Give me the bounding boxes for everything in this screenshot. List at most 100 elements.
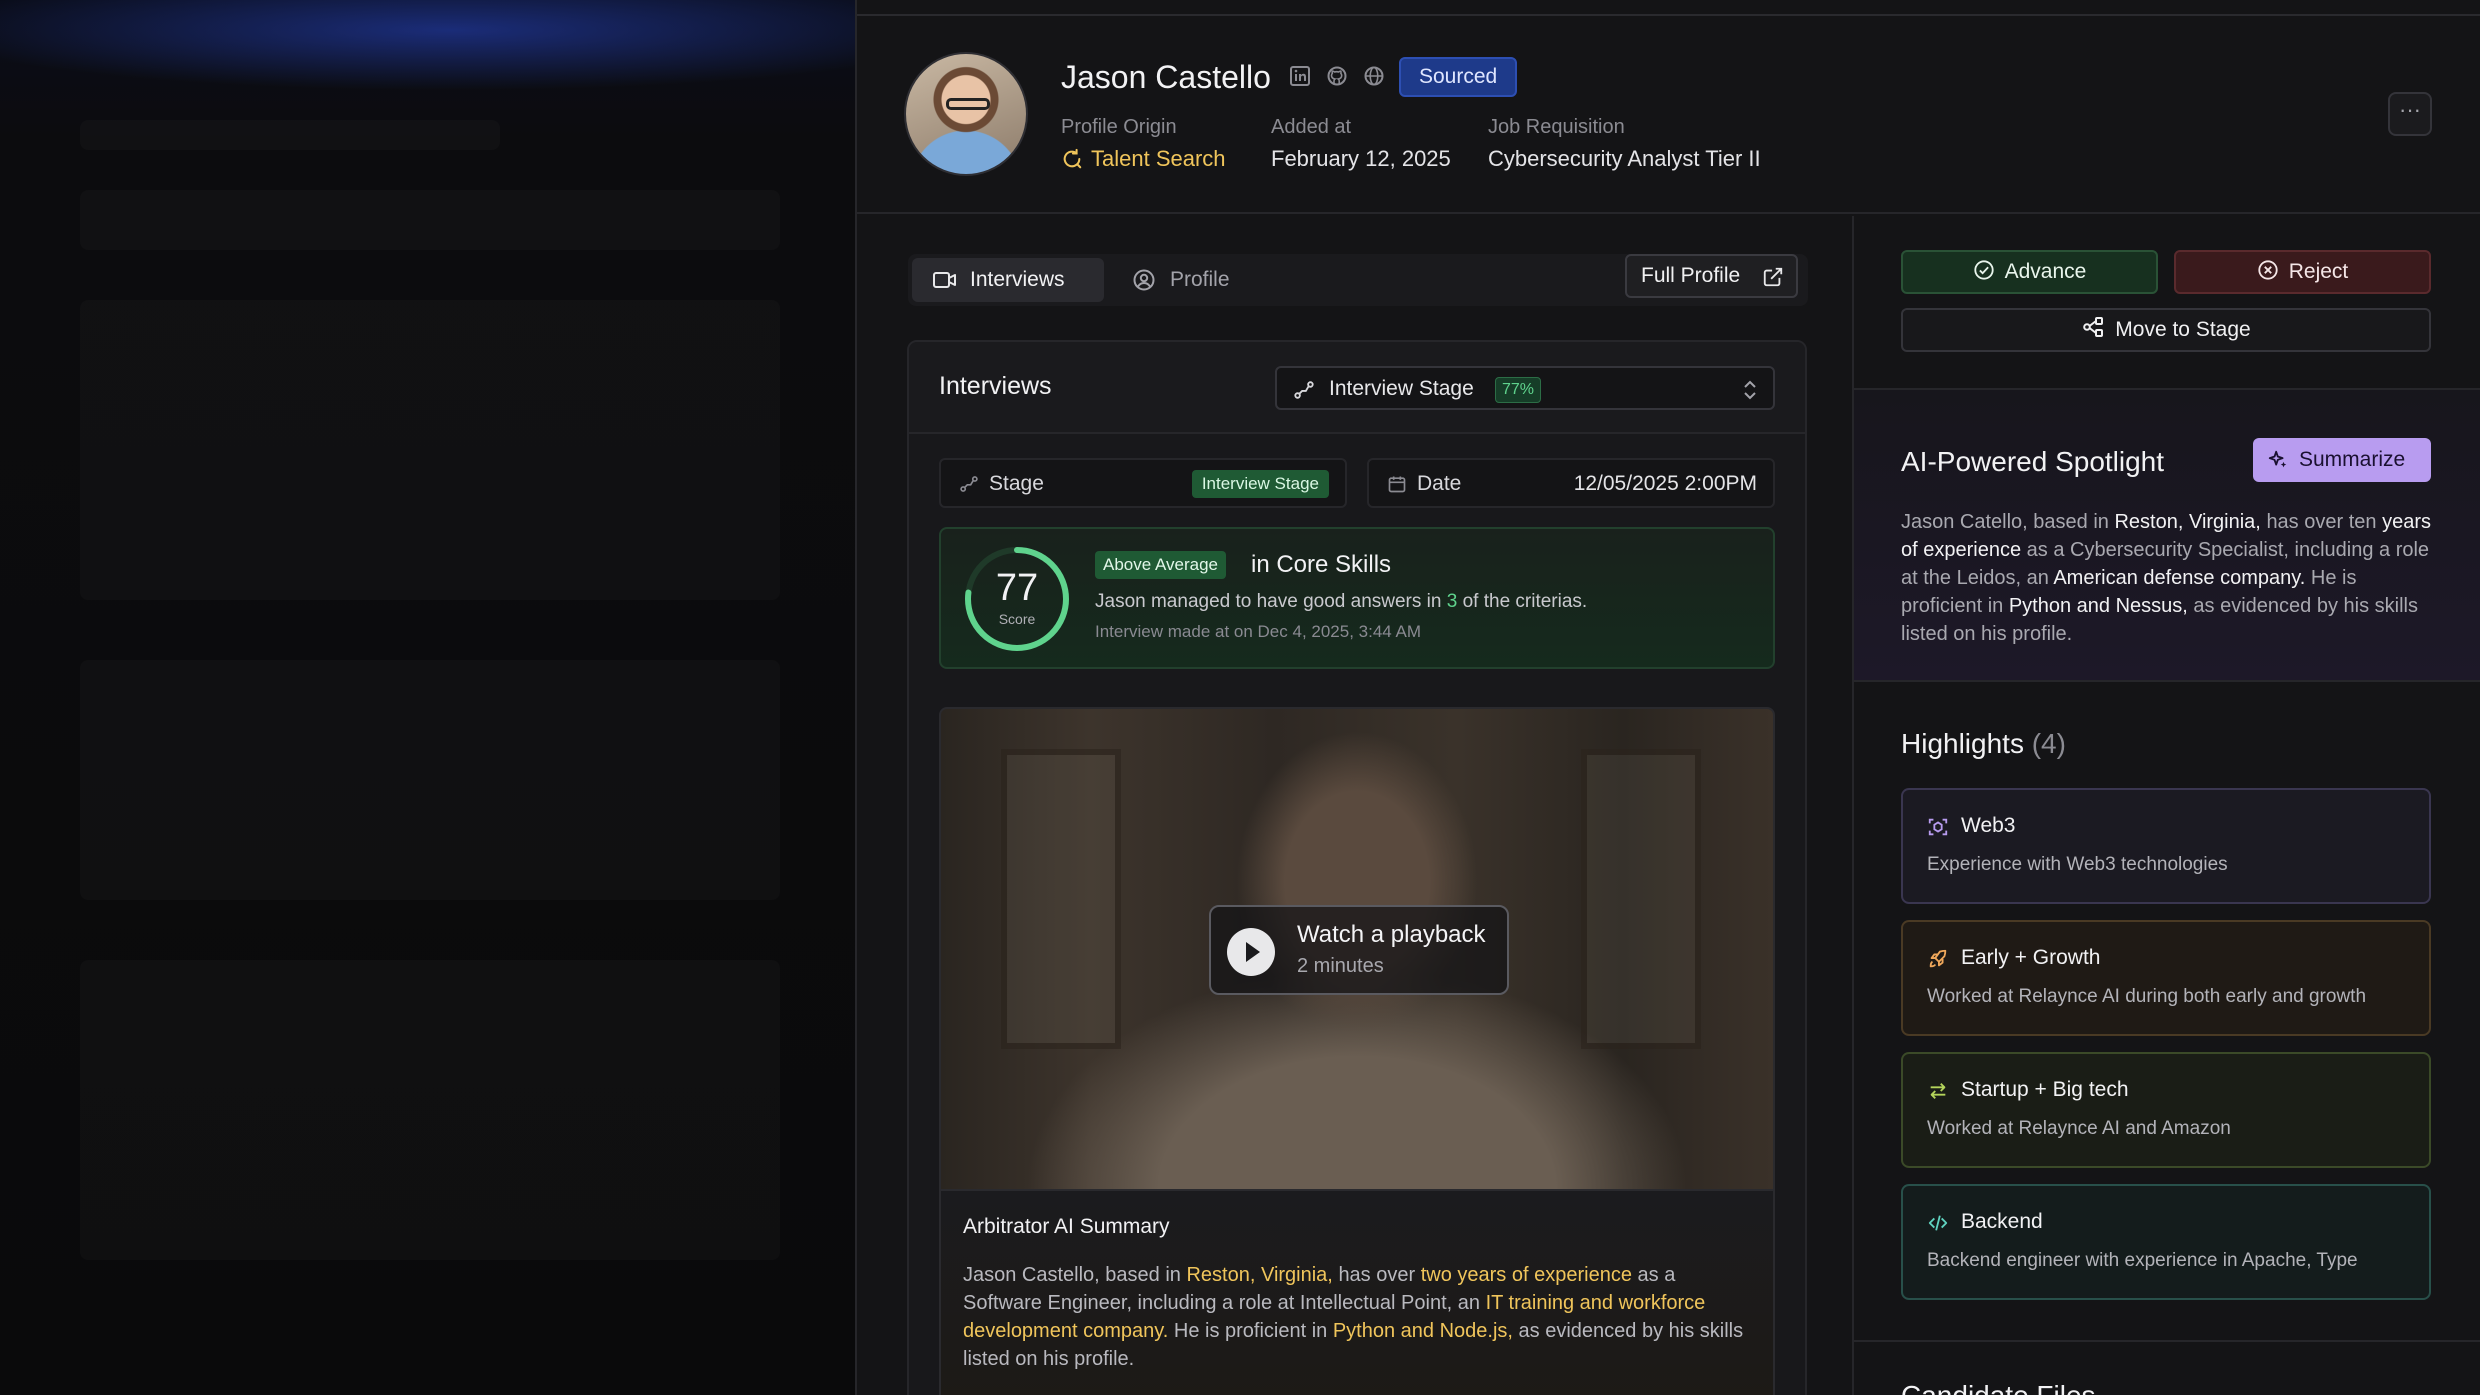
user-circle-icon [1133,269,1155,291]
candidate-header: Jason Castello Sourced Profile Origin Ta… [857,16,2480,214]
spotlight-text-part: has over ten [2266,511,2377,533]
job-requisition-label: Job Requisition [1488,116,1625,138]
profile-origin-value: Talent Search [1061,146,1226,172]
linkedin-icon[interactable] [1288,64,1312,88]
video-icon [933,272,956,288]
highlight-title: Web3 [1961,814,2016,837]
video-window-decor [1581,749,1701,1049]
score-desc-prefix: Jason managed to have good answers in [1095,591,1442,612]
highlight-card-web3[interactable]: Web3 Experience with Web3 technologies [1901,788,2431,904]
summary-highlight: two years of experience [1420,1264,1632,1286]
tab-interviews[interactable]: Interviews [912,258,1104,302]
watch-playback-title: Watch a playback [1297,921,1486,948]
profile-origin-label: Profile Origin [1061,116,1177,138]
summarize-label: Summarize [2299,448,2406,471]
interview-stage-select[interactable]: Interview Stage 77% [1275,366,1775,410]
tab-profile[interactable]: Profile [1112,258,1292,302]
interviews-card-header: Interviews Interview Stage 77% [909,342,1805,434]
highlights-label: Highlights [1901,728,2024,759]
highlight-card-early-growth[interactable]: Early + Growth Worked at Relaynce AI dur… [1901,920,2431,1036]
full-profile-button[interactable]: Full Profile [1625,254,1798,298]
tab-profile-label: Profile [1170,268,1230,291]
spotlight-text: Jason Catello, based in Reston, Virginia… [1901,508,2431,648]
spotlight-text-part: Jason Catello, based in [1901,511,2109,533]
highlight-desc: Worked at Relaynce AI and Amazon [1927,1118,2231,1139]
highlights-title: Highlights (4) [1901,728,2066,760]
ai-summary-text: Jason Castello, based in Reston, Virgini… [963,1261,1753,1373]
more-options-button[interactable]: ··· [2388,92,2432,136]
date-value: 12/05/2025 2:00PM [1573,472,1757,495]
summary-text-part: Jason Castello, based in [963,1264,1181,1286]
score-level-badge: Above Average [1095,551,1226,579]
highlights-count: (4) [2031,728,2066,759]
move-to-stage-label: Move to Stage [2115,318,2251,341]
score-desc-suffix: of the criterias. [1462,591,1588,612]
divider [1854,1340,2480,1342]
blurred-background [0,0,855,1395]
stage-field: Stage Interview Stage [939,458,1347,508]
spotlight-highlight: American defense company. [2053,567,2306,589]
move-to-stage-button[interactable]: Move to Stage [1901,308,2431,352]
watch-playback-duration: 2 minutes [1297,955,1384,977]
highlight-desc: Worked at Relaynce AI during both early … [1927,986,2367,1007]
score-summary: 77 Score Above Average in Core Skills Ja… [939,527,1775,669]
interview-stage-select-label: Interview Stage [1329,377,1474,400]
highlight-desc: Backend engineer with experience in Apac… [1927,1250,2358,1271]
candidate-panel: Jason Castello Sourced Profile Origin Ta… [855,0,2480,1395]
spotlight-highlight: Python and Nessus, [2008,595,2188,617]
ai-summary-title: Arbitrator AI Summary [963,1215,1170,1238]
stage-icon [1294,381,1314,399]
score-headline: in Core Skills [1251,551,1392,578]
check-circle-icon [1974,260,1994,280]
chevron-up-down-icon [1744,380,1756,400]
reject-button[interactable]: Reject [2174,250,2431,294]
status-badge: Sourced [1399,57,1518,97]
summarize-button[interactable]: Summarize [2253,438,2431,482]
stage-pill: Interview Stage [1191,470,1329,498]
divider [1854,680,2480,682]
interview-video[interactable]: Watch a playback 2 minutes [939,707,1775,1191]
candidate-name: Jason Castello [1061,59,1271,95]
arrows-swap-icon [1930,1083,1946,1099]
summary-highlight: Python and Node.js, [1332,1320,1513,1342]
globe-icon[interactable] [1362,64,1386,88]
highlight-title: Startup + Big tech [1961,1078,2129,1101]
external-link-icon [1763,267,1783,287]
ai-summary: Arbitrator AI Summary Jason Castello, ba… [939,1191,1775,1395]
score-label: Score [998,611,1036,627]
stage-label: Stage [989,472,1044,495]
score-desc-count: 3 [1446,591,1458,612]
web3-icon [1928,818,1948,836]
highlight-card-startup-bigtech[interactable]: Startup + Big tech Worked at Relaynce AI… [1901,1052,2431,1168]
full-profile-label: Full Profile [1641,264,1741,287]
watch-playback-button[interactable]: Watch a playback 2 minutes [1209,905,1509,995]
candidate-files-title: Candidate Files [1901,1382,2096,1395]
code-icon [1928,1215,1948,1231]
tab-interviews-label: Interviews [970,268,1065,291]
summary-text-part: has over [1338,1264,1416,1286]
profile-origin-text: Talent Search [1091,146,1226,171]
date-field: Date 12/05/2025 2:00PM [1367,458,1775,508]
ai-spotlight: AI-Powered Spotlight Summarize Jason Cat… [1854,390,2480,680]
github-icon[interactable] [1325,64,1349,88]
score-description: Jason managed to have good answers in 3 … [1095,591,1587,613]
highlight-card-backend[interactable]: Backend Backend engineer with experience… [1901,1184,2431,1300]
flow-icon [2083,317,2104,337]
summary-text-part: He is proficient in [1173,1320,1328,1342]
right-column: Advance Reject Move to Stage AI-Powered … [1852,216,2480,1395]
spotlight-highlight: Reston, Virginia, [2114,511,2261,533]
video-window-decor [1001,749,1121,1049]
reject-label: Reject [2288,260,2349,283]
advance-button[interactable]: Advance [1901,250,2158,294]
interview-stage-percent: 77% [1495,377,1542,403]
score-value: 77 [995,567,1039,609]
highlight-title: Backend [1961,1210,2043,1233]
x-circle-icon [2258,260,2278,280]
play-icon [1227,928,1275,976]
spotlight-title: AI-Powered Spotlight [1901,446,2165,477]
highlight-desc: Experience with Web3 technologies [1927,854,2228,875]
avatar [904,52,1028,176]
interview-made-at: Interview made at on Dec 4, 2025, 3:44 A… [1095,622,1422,641]
calendar-icon [1388,476,1406,493]
stage-icon [960,476,978,492]
